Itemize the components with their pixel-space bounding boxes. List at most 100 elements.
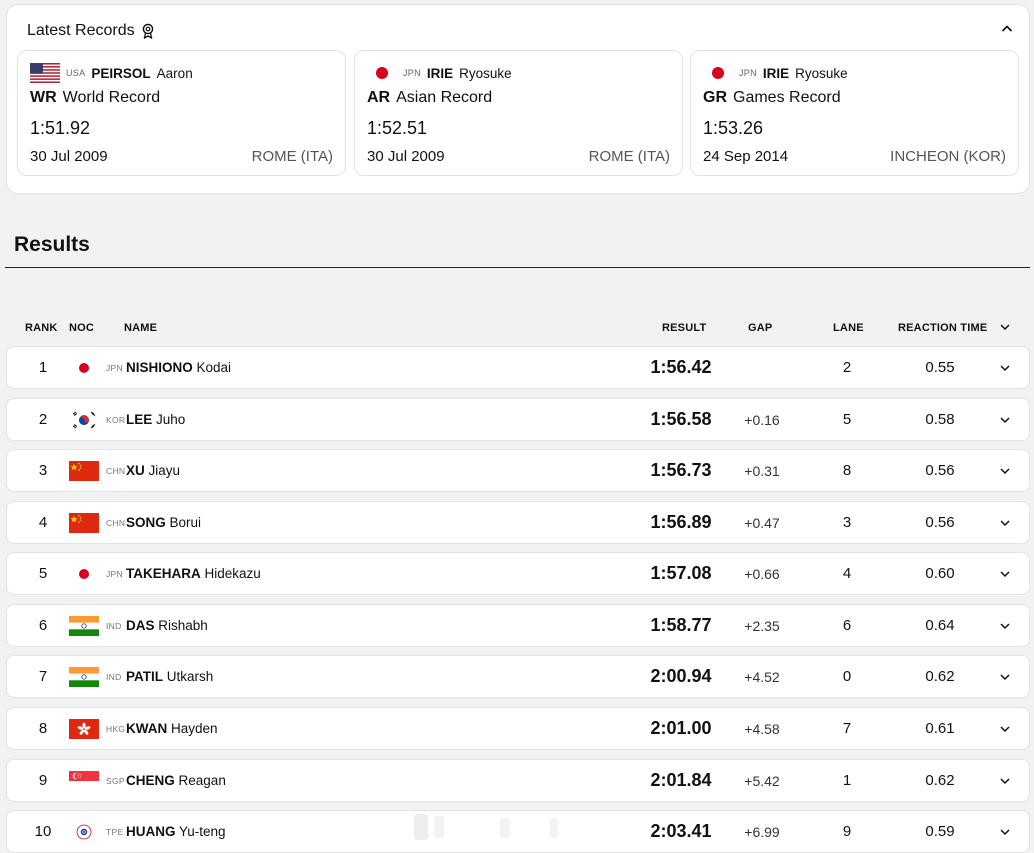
noc-cell: TPE	[106, 827, 124, 837]
athlete-first-name: Hayden	[171, 721, 218, 736]
reaction-time-cell: 0.56	[925, 514, 955, 531]
table-row[interactable]: 5 JPN TAKEHARA Hidekazu 1:57.08 +0.66 4 0.60	[6, 552, 1030, 595]
table-row[interactable]: 9 SGP CHENG Reagan 2:01.84 +5.42 1 0.62	[6, 759, 1030, 802]
chevron-down-icon[interactable]	[997, 361, 1013, 375]
result-cell: 1:56.58	[650, 409, 712, 429]
table-row[interactable]: 4 CHN SONG Borui 1:56.89 +0.47 3 0.56	[6, 501, 1030, 544]
gap-cell: +0.16	[744, 412, 780, 428]
chevron-down-icon[interactable]	[997, 413, 1013, 427]
latest-records-title: Latest Records	[27, 22, 135, 39]
chevron-down-icon[interactable]	[997, 567, 1013, 581]
chinese-taipei-flag-icon	[69, 822, 99, 842]
athlete-last-name: TAKEHARA	[126, 566, 201, 581]
reaction-time-cell: 0.59	[925, 823, 955, 840]
athlete-name[interactable]: HUANG Yu-teng	[126, 824, 226, 839]
chevron-down-icon[interactable]	[997, 774, 1013, 788]
athlete-last-name: LEE	[126, 412, 153, 427]
record-venue: ROME (ITA)	[251, 148, 333, 165]
athlete-name[interactable]: NISHIONO Kodai	[126, 360, 231, 375]
latest-records-panel: Latest Records USA PEIRSOL Aaron WR World…	[6, 4, 1030, 194]
chevron-down-icon[interactable]	[997, 670, 1013, 684]
usa-flag-icon	[30, 63, 60, 83]
lane-cell: 7	[842, 720, 852, 737]
latest-records-header: Latest Records	[27, 22, 155, 40]
record-date: 30 Jul 2009	[367, 148, 445, 165]
chevron-up-icon[interactable]	[999, 21, 1015, 37]
athlete-last-name: KWAN	[126, 721, 168, 736]
reaction-time-cell: 0.55	[925, 359, 955, 376]
table-row[interactable]: 7 IND PATIL Utkarsh 2:00.94 +4.52 0 0.62	[6, 655, 1030, 698]
athlete-first-name: Reagan	[178, 773, 226, 788]
result-cell: 2:01.00	[650, 718, 712, 738]
result-cell: 2:01.84	[650, 770, 712, 790]
athlete-name[interactable]: SONG Borui	[126, 515, 201, 530]
athlete-name[interactable]: TAKEHARA Hidekazu	[126, 566, 261, 581]
table-row[interactable]: 2 KOR LEE Juho 1:56.58 +0.16 5 0.58	[6, 398, 1030, 441]
record-venue: ROME (ITA)	[588, 148, 670, 165]
noc-cell: IND	[106, 621, 122, 631]
record-card-wr[interactable]: USA PEIRSOL Aaron WR World Record 1:51.92…	[17, 50, 346, 176]
loading-shimmer	[414, 814, 558, 840]
record-type-label: Asian Record	[396, 89, 493, 106]
record-card-ar[interactable]: JPN IRIE Ryosuke AR Asian Record 1:52.51 …	[354, 50, 683, 176]
record-athlete: USA PEIRSOL Aaron	[30, 63, 193, 83]
chevron-down-icon[interactable]	[997, 825, 1013, 839]
results-heading: Results	[14, 233, 90, 256]
column-header-name: NAME	[124, 322, 158, 334]
record-abbr: GR	[703, 89, 727, 106]
athlete-name[interactable]: XU Jiayu	[126, 463, 180, 478]
reaction-time-cell: 0.62	[925, 668, 955, 685]
record-date: 30 Jul 2009	[30, 148, 108, 165]
record-venue: INCHEON (KOR)	[890, 148, 1006, 165]
record-type: WR World Record	[30, 89, 160, 107]
table-row[interactable]: 1 JPN NISHIONO Kodai 1:56.42 2 0.55	[6, 346, 1030, 389]
japan-flag-icon	[69, 564, 99, 584]
chevron-down-icon[interactable]	[997, 516, 1013, 530]
lane-cell: 8	[842, 462, 852, 479]
gap-cell: +0.47	[744, 515, 780, 531]
athlete-name[interactable]: PATIL Utkarsh	[126, 669, 213, 684]
table-row[interactable]: 8 HKG KWAN Hayden 2:01.00 +4.58 7 0.61	[6, 707, 1030, 750]
record-first-name: Ryosuke	[459, 65, 512, 81]
noc-cell: JPN	[106, 363, 123, 373]
india-flag-icon	[69, 616, 99, 636]
athlete-name[interactable]: KWAN Hayden	[126, 721, 218, 736]
record-time: 1:52.51	[367, 118, 428, 138]
record-last-name: IRIE	[426, 65, 454, 81]
chevron-down-icon[interactable]	[997, 464, 1013, 478]
table-row[interactable]: 6 IND DAS Rishabh 1:58.77 +2.35 6 0.64	[6, 604, 1030, 647]
athlete-last-name: CHENG	[126, 773, 175, 788]
athlete-first-name: Jiayu	[148, 463, 181, 478]
athlete-name[interactable]: DAS Rishabh	[126, 618, 208, 633]
gap-cell: +4.52	[744, 669, 780, 685]
athlete-name[interactable]: CHENG Reagan	[126, 773, 226, 788]
record-athlete: JPN IRIE Ryosuke	[703, 63, 848, 83]
athlete-last-name: NISHIONO	[126, 360, 193, 375]
reaction-time-cell: 0.62	[925, 772, 955, 789]
table-row[interactable]: 3 CHN XU Jiayu 1:56.73 +0.31 8 0.56	[6, 449, 1030, 492]
medal-icon	[142, 23, 153, 39]
result-cell: 1:57.08	[650, 563, 712, 583]
noc-cell: CHN	[106, 518, 126, 528]
gap-cell: +2.35	[744, 618, 780, 634]
noc-cell: HKG	[106, 724, 126, 734]
result-cell: 1:56.42	[650, 357, 712, 377]
gap-cell: +6.99	[744, 824, 780, 840]
athlete-last-name: DAS	[126, 618, 155, 633]
chevron-down-icon[interactable]	[997, 619, 1013, 633]
gap-cell: +5.42	[744, 773, 780, 789]
column-header-lane: LANE	[833, 322, 864, 334]
result-cell: 2:03.41	[650, 821, 712, 841]
noc-cell: CHN	[106, 466, 126, 476]
column-header-result: RESULT	[662, 322, 707, 334]
expand-all-chevron-icon[interactable]	[997, 320, 1013, 334]
chevron-down-icon[interactable]	[997, 722, 1013, 736]
result-cell: 2:00.94	[650, 666, 712, 686]
reaction-time-cell: 0.64	[925, 617, 955, 634]
reaction-time-cell: 0.60	[925, 565, 955, 582]
athlete-first-name: Kodai	[196, 360, 232, 375]
athlete-name[interactable]: LEE Juho	[126, 412, 185, 427]
record-card-gr[interactable]: JPN IRIE Ryosuke GR Games Record 1:53.26 …	[690, 50, 1019, 176]
korea-flag-icon	[69, 410, 99, 430]
record-abbr: WR	[30, 89, 57, 106]
